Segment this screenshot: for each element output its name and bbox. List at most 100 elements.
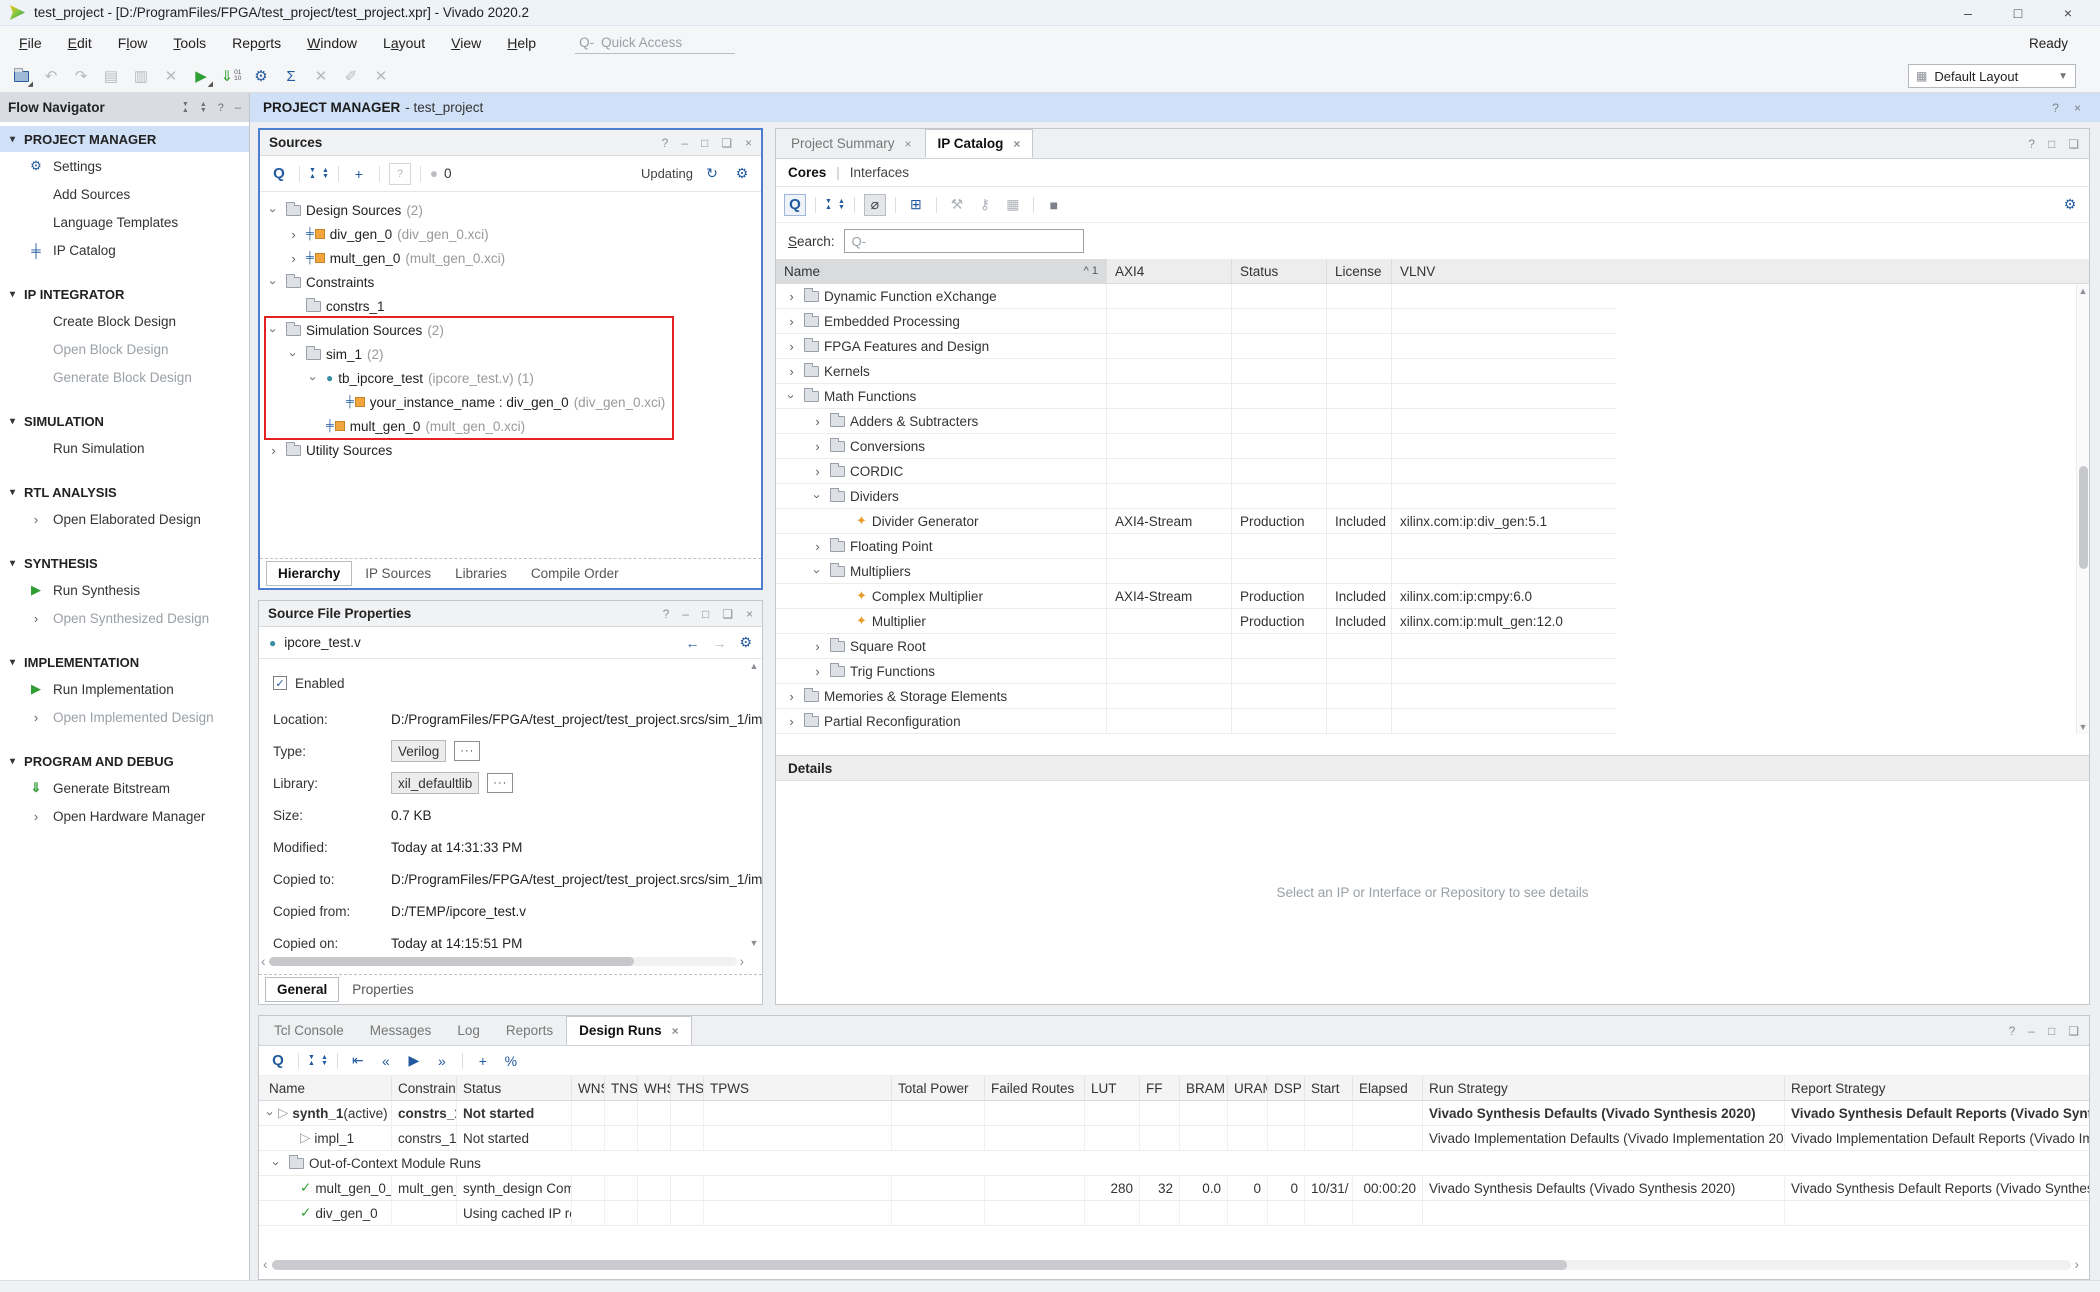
close-icon[interactable]: × [746,607,753,621]
column-header-constraints[interactable]: Constraints [391,1076,456,1100]
close-icon[interactable]: × [2074,101,2081,115]
column-header-ths[interactable]: THS [670,1076,703,1100]
scroll-right-icon[interactable]: › [2075,1257,2080,1272]
run-icon[interactable]: ▶ [403,1050,425,1072]
tab-cores[interactable]: Cores [788,165,826,180]
tree-row[interactable]: ›Constraints [260,270,761,294]
scroll-track[interactable] [269,957,737,966]
tab-properties[interactable]: Properties [341,978,425,1001]
flow-section-rtl-analysis[interactable]: ▾RTL ANALYSIS [0,479,249,505]
chevron-expander-icon[interactable]: › [810,639,825,654]
scroll-track[interactable] [272,1260,2071,1270]
tree-row[interactable]: ›●tb_ipcore_test (ipcore_test.v) (1) [260,366,761,390]
catalog-row[interactable]: ›Trig Functions [776,659,1616,684]
chevron-expander-icon[interactable]: › [266,443,281,458]
chevron-expander-icon[interactable]: › [784,714,799,729]
chevron-expander-icon[interactable]: › [810,439,825,454]
catalog-row[interactable]: ›Square Root [776,634,1616,659]
field-value-box[interactable]: xil_defaultlib [391,772,479,794]
float-icon[interactable]: ❏ [2068,1024,2079,1038]
report-summary-button[interactable]: Σ [278,64,304,88]
ellipsis-button[interactable]: ··· [454,741,480,761]
flow-section-simulation[interactable]: ▾SIMULATION [0,408,249,434]
maximize-icon[interactable]: □ [702,607,709,621]
column-header-tns[interactable]: TNS [604,1076,637,1100]
menu-window[interactable]: Window [294,29,370,57]
expand-all-icon[interactable]: ▲▼ [321,1055,328,1067]
layout-selector[interactable]: ▦ Default Layout ▼ [1908,64,2076,88]
help-icon[interactable]: ? [2052,101,2059,115]
enabled-checkbox[interactable]: ✓ [273,676,287,690]
menu-reports[interactable]: Reports [219,29,294,57]
chevron-expander-icon[interactable]: › [306,371,321,386]
help-icon[interactable]: ? [662,136,669,150]
details-icon[interactable]: ■ [1043,194,1065,216]
expand-all-icon[interactable]: ▲▼ [838,199,845,211]
go-first-icon[interactable]: ⇤ [347,1050,369,1072]
column-header-bram[interactable]: BRAM [1179,1076,1227,1100]
catalog-row[interactable]: ✦Divider GeneratorAXI4-StreamProductionI… [776,509,1616,534]
sidebar-item-settings[interactable]: ⚙Settings [0,152,249,180]
sidebar-item-create-block-design[interactable]: Create Block Design [0,307,249,335]
chevron-expander-icon[interactable]: › [810,464,825,479]
maximize-icon[interactable]: □ [701,136,708,150]
tab-design-runs[interactable]: Design Runs× [566,1016,692,1045]
minimize-icon[interactable]: – [681,136,688,150]
refresh-icon[interactable]: ↻ [701,163,723,185]
chevron-expander-icon[interactable]: › [810,414,825,429]
column-header-tpws[interactable]: TPWS [703,1076,891,1100]
sidebar-item-run-synthesis[interactable]: ▶Run Synthesis [0,576,249,604]
menu-flow[interactable]: Flow [105,29,161,57]
column-header-status[interactable]: Status [456,1076,571,1100]
runs-horizontal-scrollbar[interactable]: ‹ › [263,1258,2079,1271]
scroll-thumb[interactable] [2079,466,2088,568]
scroll-right-icon[interactable]: › [740,954,745,969]
sidebar-item-language-templates[interactable]: Language Templates [0,208,249,236]
tree-row[interactable]: constrs_1 [260,294,761,318]
close-icon[interactable]: × [2060,5,2076,21]
sidebar-item-ip-catalog[interactable]: ╪IP Catalog [0,236,249,264]
chevron-expander-icon[interactable]: › [784,289,799,304]
runs-row[interactable]: ▷impl_1constrs_1Not startedVivado Implem… [259,1126,2089,1151]
tab-compile-order[interactable]: Compile Order [520,562,630,585]
quick-access-input[interactable]: Q- Quick Access [575,32,735,54]
float-icon[interactable]: ❏ [722,607,733,621]
catalog-row[interactable]: ›Conversions [776,434,1616,459]
menu-edit[interactable]: Edit [55,29,105,57]
collapse-all-icon[interactable]: ▼▲ [825,199,832,211]
catalog-row[interactable]: ✦MultiplierProductionIncludedxilinx.com:… [776,609,1616,634]
step-back-icon[interactable]: « [375,1050,397,1072]
menu-file[interactable]: File [6,29,55,57]
column-header-report-strategy[interactable]: Report Strategy [1784,1076,2089,1100]
chevron-expander-icon[interactable]: › [784,339,799,354]
float-icon[interactable]: ❏ [2068,137,2079,151]
flow-section-implementation[interactable]: ▾IMPLEMENTATION [0,649,249,675]
flow-section-program-and-debug[interactable]: ▾PROGRAM AND DEBUG [0,748,249,774]
catalog-row[interactable]: ›Dividers [776,484,1616,509]
column-header-name[interactable]: Name [259,1076,391,1100]
minimize-icon[interactable]: – [1960,5,1976,21]
column-header-elapsed[interactable]: Elapsed [1352,1076,1422,1100]
column-header-status[interactable]: Status [1231,259,1326,283]
flow-section-project-manager[interactable]: ▾PROJECT MANAGER [0,126,249,152]
step-forward-icon[interactable]: » [431,1050,453,1072]
scroll-down-icon[interactable]: ▼ [2079,722,2088,732]
minimize-icon[interactable]: – [682,607,689,621]
tree-row[interactable]: ›sim_1 (2) [260,342,761,366]
collapse-all-icon[interactable]: ▼▲ [308,1055,315,1067]
help-icon[interactable]: ? [663,607,670,621]
minimize-icon[interactable]: – [235,102,241,114]
filter-icon[interactable]: ⌀ [864,194,886,216]
add-icon[interactable]: + [348,163,370,185]
sidebar-item-run-simulation[interactable]: Run Simulation [0,434,249,462]
column-header-ff[interactable]: FF [1139,1076,1179,1100]
tab-interfaces[interactable]: Interfaces [850,165,909,180]
field-value-box[interactable]: Verilog [391,740,446,762]
properties-panel-header[interactable]: Source File Properties ?–□❏× [259,601,762,627]
column-header-axi4[interactable]: AXI4 [1106,259,1231,283]
column-header-license[interactable]: License [1326,259,1391,283]
gear-icon[interactable]: ⚙ [2059,194,2081,216]
tab-ip-catalog[interactable]: IP Catalog× [925,129,1034,158]
properties-vertical-scrollbar[interactable]: ▲▼ [748,661,760,948]
tree-row[interactable]: ╪mult_gen_0 (mult_gen_0.xci) [260,414,761,438]
